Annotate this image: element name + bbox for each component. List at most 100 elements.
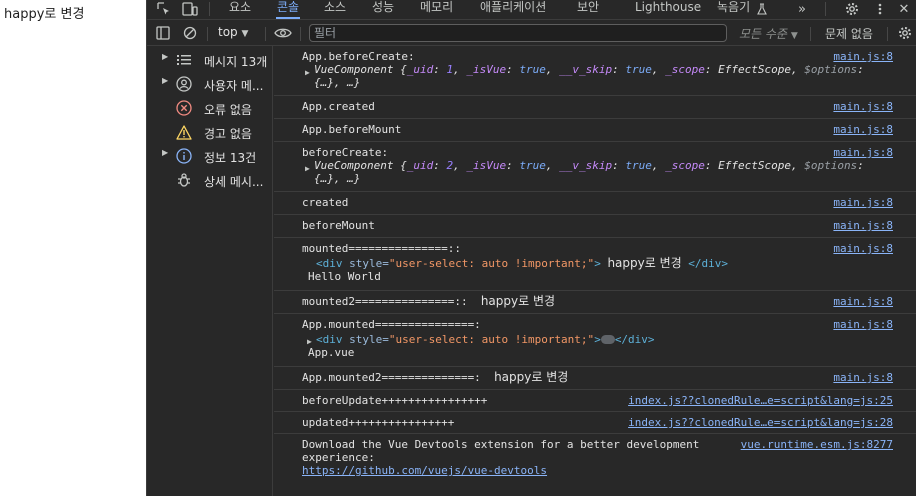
message-text: App.beforeCreate: (302, 50, 415, 63)
live-expression-eye-icon[interactable] (273, 24, 293, 42)
context-label: top (218, 25, 238, 39)
tab-recorder[interactable]: 녹음기 (717, 0, 750, 19)
inspect-element-icon[interactable] (155, 0, 173, 18)
tab-memory[interactable]: 메모리 (420, 0, 453, 19)
object-name: VueComponent (314, 159, 394, 172)
prop-value: true (519, 63, 546, 76)
prop-key: _isVue (466, 159, 507, 172)
object-preview[interactable]: ▶ VueComponent {_uid: 2, _isVue: true, _… (302, 159, 893, 185)
dom-element-preview[interactable]: <div style="user-select: auto !important… (302, 257, 893, 271)
sidebar-item-label: 경고 없음 (204, 127, 252, 141)
console-message[interactable]: App.mounted===============: main.js:8 ▶ … (274, 314, 916, 367)
device-toolbar-icon[interactable] (181, 0, 199, 18)
expand-arrow-icon[interactable]: ▶ (305, 162, 310, 175)
prop-value: true (625, 159, 652, 172)
console-settings-gear-icon[interactable] (896, 24, 914, 42)
settings-gear-icon[interactable] (843, 0, 861, 18)
tab-lighthouse[interactable]: Lighthouse (635, 0, 701, 19)
attr-name: style (349, 333, 383, 346)
source-link[interactable]: main.js:8 (833, 318, 893, 331)
more-tabs-icon[interactable]: » (793, 0, 811, 18)
close-icon[interactable]: ✕ (895, 0, 913, 18)
console-message[interactable]: App.beforeMount main.js:8 (274, 119, 916, 142)
source-link[interactable]: main.js:8 (833, 123, 893, 136)
expand-arrow-icon[interactable]: ▶ (305, 66, 310, 79)
tab-elements[interactable]: 요소 (229, 0, 251, 19)
tab-application[interactable]: 애플리케이션 (480, 0, 546, 19)
source-link[interactable]: index.js??clonedRule…e=script&lang=js:25 (628, 394, 893, 407)
source-link[interactable]: vue.runtime.esm.js:8277 (741, 438, 893, 451)
source-link[interactable]: main.js:8 (833, 196, 893, 209)
prop-value: EffectScope (718, 63, 791, 76)
source-link[interactable]: main.js:8 (833, 242, 893, 255)
expand-arrow-icon[interactable]: ▶ (162, 76, 168, 85)
collapsed-children-badge[interactable] (600, 334, 615, 344)
message-text: mounted2===============:: (302, 295, 468, 308)
source-link[interactable]: main.js:8 (833, 371, 893, 384)
console-message[interactable]: mounted2===============:: happy로 변경 main… (274, 291, 916, 314)
flask-icon (753, 0, 771, 18)
console-message[interactable]: App.mounted2==============: happy로 변경 ma… (274, 367, 916, 390)
sidebar-item-messages[interactable]: ▶ 메시지 13개 (147, 48, 272, 72)
sidebar-item-verbose[interactable]: 상세 메시... (147, 168, 272, 192)
console-message[interactable]: App.beforeCreate: main.js:8 ▶ VueCompone… (274, 46, 916, 96)
tab-security[interactable]: 보안 (577, 0, 599, 19)
source-link[interactable]: main.js:8 (833, 100, 893, 113)
source-link[interactable]: main.js:8 (833, 219, 893, 232)
message-text: App.mounted2==============: (302, 371, 481, 384)
object-tail: {…}, …} (314, 172, 361, 185)
divider (825, 2, 826, 16)
source-link[interactable]: index.js??clonedRule…e=script&lang=js:28 (628, 416, 893, 429)
user-icon (176, 76, 192, 92)
sidebar-item-label: 메시지 13개 (204, 55, 268, 69)
issues-link[interactable]: 문제 없음 (825, 25, 873, 42)
console-message[interactable]: Download the Vue Devtools extension for … (274, 434, 916, 482)
prop-key: _scope (665, 159, 705, 172)
tab-sources[interactable]: 소스 (324, 0, 346, 19)
prop-key: $options (804, 159, 858, 172)
context-select[interactable]: top ▼ (218, 25, 248, 39)
log-levels-select[interactable]: 모든 수준 ▼ (739, 25, 798, 42)
sidebar-toggle-icon[interactable] (154, 24, 172, 42)
kebab-menu-icon[interactable] (871, 0, 889, 18)
sidebar-item-warnings[interactable]: 경고 없음 (147, 120, 272, 144)
prop-key: _isVue (466, 63, 507, 76)
source-link[interactable]: main.js:8 (833, 50, 893, 63)
divider (300, 27, 301, 41)
sidebar-item-info[interactable]: ▶ 정보 13건 (147, 144, 272, 168)
expand-arrow-icon[interactable]: ▶ (162, 52, 168, 61)
filter-input[interactable] (309, 24, 727, 42)
console-message[interactable]: updated++++++++++++++++ index.js??cloned… (274, 412, 916, 434)
sidebar-item-user-messages[interactable]: ▶ 사용자 메... (147, 72, 272, 96)
attr-name: style (349, 257, 383, 270)
expand-arrow-icon[interactable]: ▶ (162, 148, 168, 157)
tab-console[interactable]: 콘솔 (276, 0, 301, 19)
console-message[interactable]: App.created main.js:8 (274, 96, 916, 119)
object-preview[interactable]: ▶ VueComponent {_uid: 1, _isVue: true, _… (302, 63, 893, 89)
list-icon (176, 52, 192, 68)
divider (887, 27, 888, 41)
object-tail: {…}, …} (314, 76, 361, 89)
console-message[interactable]: mounted===============:: main.js:8 <div … (274, 238, 916, 291)
sidebar-item-errors[interactable]: 오류 없음 (147, 96, 272, 120)
attr-value: "user-select: auto !important;" (388, 333, 595, 346)
source-link[interactable]: main.js:8 (833, 146, 893, 159)
message-text: App.created (302, 100, 375, 113)
vue-devtools-link[interactable]: https://github.com/vuejs/vue-devtools (302, 464, 547, 477)
divider (209, 2, 210, 16)
console-message[interactable]: beforeMount main.js:8 (274, 215, 916, 238)
console-message[interactable]: beforeUpdate++++++++++++++++ index.js??c… (274, 390, 916, 412)
dom-element-preview[interactable]: ▶ <div style="user-select: auto !importa… (302, 333, 893, 346)
attr-value: "user-select: auto !important;" (388, 257, 595, 270)
devtools-panel: 요소 콘솔 소스 성능 메모리 애플리케이션 보안 Lighthouse 녹음기… (146, 0, 916, 496)
console-message[interactable]: created main.js:8 (274, 192, 916, 215)
console-sidebar: ▶ 메시지 13개 ▶ 사용자 메... 오류 없음 경고 없음 ▶ 정보 13… (147, 46, 273, 496)
clear-console-icon[interactable] (181, 24, 199, 42)
tag-open: <div (316, 333, 343, 346)
console-message[interactable]: beforeCreate: main.js:8 ▶ VueComponent {… (274, 142, 916, 192)
tag-end: </div> (614, 333, 655, 346)
tab-performance[interactable]: 성능 (372, 0, 394, 19)
source-link[interactable]: main.js:8 (833, 295, 893, 308)
expand-arrow-icon[interactable]: ▶ (307, 335, 312, 348)
devtools-tab-bar: 요소 콘솔 소스 성능 메모리 애플리케이션 보안 Lighthouse 녹음기… (147, 0, 916, 20)
